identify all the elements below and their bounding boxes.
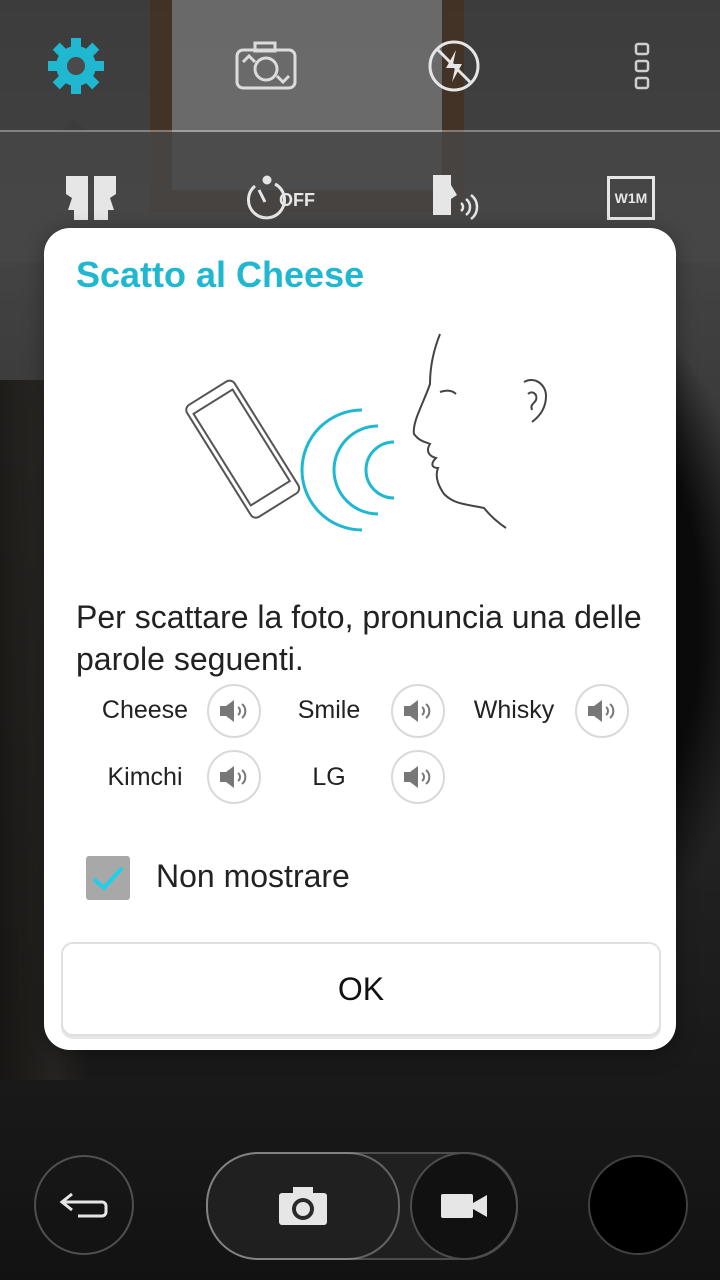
photo-shutter-button[interactable]	[206, 1152, 400, 1260]
word-smile: Smile	[297, 696, 361, 724]
gallery-thumbnail[interactable]	[588, 1155, 688, 1255]
speaker-icon[interactable]	[207, 750, 261, 804]
video-record-button[interactable]	[410, 1152, 518, 1260]
cheese-shutter-dialog: Scatto al Cheese Per scattare la foto, p…	[44, 228, 676, 1050]
back-button[interactable]	[34, 1155, 134, 1255]
word-kimchi: Kimchi	[107, 763, 183, 791]
video-icon	[441, 1194, 487, 1218]
switch-camera-icon[interactable]	[230, 30, 302, 102]
checkmark-icon	[92, 866, 124, 891]
dont-show-label[interactable]: Non mostrare	[156, 858, 350, 895]
face-mode-icon[interactable]	[56, 168, 126, 228]
speaker-icon[interactable]	[391, 750, 445, 804]
ok-button[interactable]: OK	[61, 942, 661, 1036]
camera-icon	[279, 1187, 327, 1225]
top-bar	[0, 0, 720, 132]
flash-off-icon[interactable]	[418, 30, 490, 102]
dialog-description: Per scattare la foto, pronuncia una dell…	[76, 599, 642, 677]
word-whisky: Whisky	[473, 696, 555, 724]
cheese-shutter-icon[interactable]	[420, 168, 490, 228]
speaker-icon[interactable]	[207, 684, 261, 738]
gear-icon[interactable]	[40, 30, 112, 102]
timer-off-text: OFF	[279, 189, 315, 210]
back-icon	[59, 1192, 108, 1218]
resolution-icon[interactable]: W1M	[596, 168, 666, 228]
dont-show-checkbox[interactable]	[86, 856, 130, 900]
speaker-icon[interactable]	[575, 684, 629, 738]
resolution-text: W1M	[614, 190, 648, 206]
word-cheese: Cheese	[101, 696, 189, 724]
word-lg: LG	[312, 763, 346, 791]
voice-shutter-illustration	[185, 333, 548, 532]
more-vert-icon[interactable]	[606, 30, 678, 102]
dialog-title: Scatto al Cheese	[76, 254, 365, 295]
speaker-icon[interactable]	[391, 684, 445, 738]
timer-icon[interactable]: OFF	[240, 168, 320, 228]
